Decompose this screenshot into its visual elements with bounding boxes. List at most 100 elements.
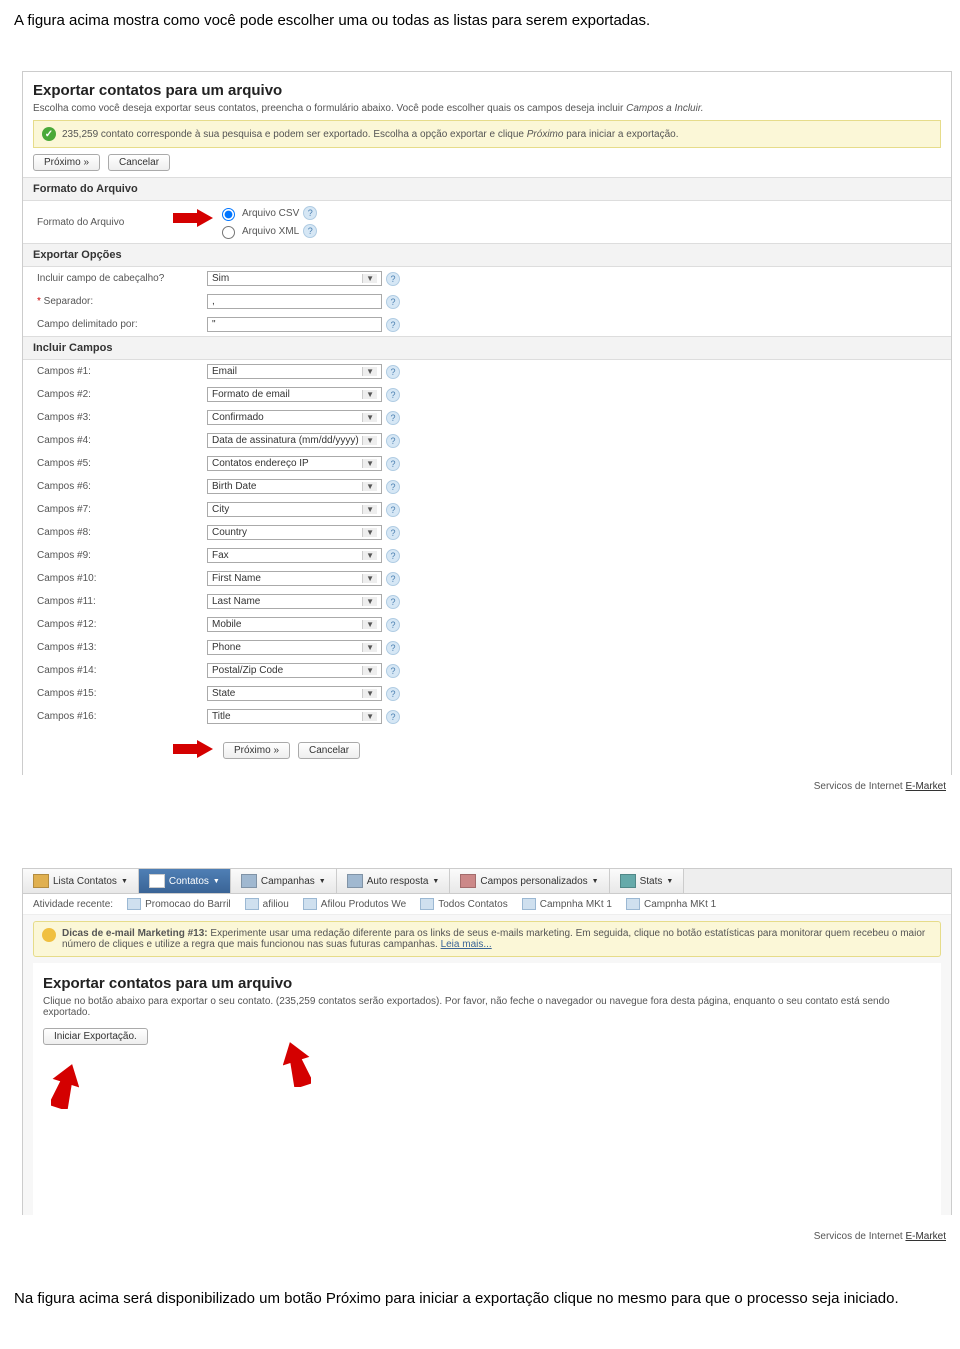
- field-select[interactable]: Confirmado▼: [207, 410, 382, 425]
- field-row: Campos #8:Country▼?: [33, 521, 941, 544]
- footer-link[interactable]: E-Market: [905, 1231, 946, 1242]
- field-select[interactable]: State▼: [207, 686, 382, 701]
- field-select-value: Phone: [212, 642, 241, 653]
- tab-campanhas[interactable]: Campanhas ▼: [231, 869, 337, 893]
- field-select[interactable]: Birth Date▼: [207, 479, 382, 494]
- field-select[interactable]: First Name▼: [207, 571, 382, 586]
- field-select-value: Mobile: [212, 619, 241, 630]
- header-select[interactable]: Sim▼: [207, 271, 382, 286]
- export-panel-1: Exportar contatos para um arquivo Escolh…: [22, 71, 952, 775]
- bottom-button-row: Próximo » Cancelar: [223, 742, 941, 759]
- field-select-value: City: [212, 504, 229, 515]
- field-select-value: First Name: [212, 573, 261, 584]
- help-icon[interactable]: ?: [386, 618, 400, 632]
- panel1-desc: Escolha como você deseja exportar seus c…: [33, 103, 941, 114]
- radio-csv-wrap[interactable]: Arquivo CSV ?: [217, 205, 317, 221]
- field-select-value: Formato de email: [212, 389, 290, 400]
- recent-item[interactable]: afiliou: [245, 898, 289, 910]
- row-file-format: Formato do Arquivo Arquivo CSV ? Arquivo…: [33, 201, 941, 243]
- delimiter-input[interactable]: ": [207, 317, 382, 332]
- radio-csv[interactable]: [222, 208, 235, 221]
- field-select[interactable]: Phone▼: [207, 640, 382, 655]
- field-row: Campos #2:Formato de email▼?: [33, 383, 941, 406]
- help-icon[interactable]: ?: [386, 595, 400, 609]
- help-icon[interactable]: ?: [386, 457, 400, 471]
- field-select[interactable]: Last Name▼: [207, 594, 382, 609]
- tab-stats[interactable]: Stats ▼: [610, 869, 685, 893]
- recent-item[interactable]: Campnha MKt 1: [522, 898, 612, 910]
- field-select[interactable]: Title▼: [207, 709, 382, 724]
- recent-item[interactable]: Afilou Produtos We: [303, 898, 406, 910]
- tab-lista-contatos[interactable]: Lista Contatos ▼: [23, 869, 139, 893]
- help-icon[interactable]: ?: [386, 641, 400, 655]
- help-icon[interactable]: ?: [386, 295, 400, 309]
- help-icon[interactable]: ?: [303, 224, 317, 238]
- tab-label: Stats: [640, 876, 663, 887]
- panel1-desc-em: Campos a Incluir.: [626, 103, 703, 114]
- field-select[interactable]: Formato de email▼: [207, 387, 382, 402]
- field-select[interactable]: Fax▼: [207, 548, 382, 563]
- field-select-value: Fax: [212, 550, 229, 561]
- recent-item-icon: [245, 898, 259, 910]
- separator-input[interactable]: ,: [207, 294, 382, 309]
- help-icon[interactable]: ?: [386, 365, 400, 379]
- help-icon[interactable]: ?: [386, 480, 400, 494]
- field-select[interactable]: Email▼: [207, 364, 382, 379]
- field-select[interactable]: Data de assinatura (mm/dd/yyyy)▼: [207, 433, 382, 448]
- chevron-down-icon: ▼: [362, 666, 377, 675]
- cancel-button-top[interactable]: Cancelar: [108, 154, 170, 171]
- radio-xml[interactable]: [222, 226, 235, 239]
- chevron-down-icon: ▼: [362, 482, 377, 491]
- recent-item[interactable]: Todos Contatos: [420, 898, 508, 910]
- help-icon[interactable]: ?: [386, 572, 400, 586]
- recent-container: Promocao do Barril afiliou Afilou Produtos…: [127, 898, 716, 910]
- help-icon[interactable]: ?: [386, 411, 400, 425]
- recent-item-label: afiliou: [263, 899, 289, 910]
- field-row: Campos #7:City▼?: [33, 498, 941, 521]
- help-icon[interactable]: ?: [386, 388, 400, 402]
- chevron-down-icon: ▼: [121, 878, 128, 885]
- help-icon[interactable]: ?: [386, 272, 400, 286]
- tab-label: Lista Contatos: [53, 876, 117, 887]
- help-icon[interactable]: ?: [386, 526, 400, 540]
- tip-link[interactable]: Leia mais...: [441, 939, 492, 950]
- tab-campos-personalizados[interactable]: Campos personalizados ▼: [450, 869, 609, 893]
- field-row: Campos #6:Birth Date▼?: [33, 475, 941, 498]
- chevron-down-icon: ▼: [362, 274, 377, 283]
- recent-item[interactable]: Campnha MKt 1: [626, 898, 716, 910]
- tab-auto-resposta[interactable]: Auto resposta ▼: [337, 869, 451, 893]
- field-select[interactable]: Postal/Zip Code▼: [207, 663, 382, 678]
- cancel-button-bottom[interactable]: Cancelar: [298, 742, 360, 759]
- footer-link[interactable]: E-Market: [905, 781, 946, 792]
- next-button-top[interactable]: Próximo »: [33, 154, 100, 171]
- help-icon[interactable]: ?: [303, 206, 317, 220]
- field-select[interactable]: Mobile▼: [207, 617, 382, 632]
- chevron-down-icon: ▼: [362, 459, 377, 468]
- next-button-bottom[interactable]: Próximo »: [223, 742, 290, 759]
- help-icon[interactable]: ?: [386, 687, 400, 701]
- radio-xml-wrap[interactable]: Arquivo XML ?: [217, 223, 317, 239]
- help-icon[interactable]: ?: [386, 434, 400, 448]
- tab-label: Campanhas: [261, 876, 315, 887]
- start-export-button[interactable]: Iniciar Exportação.: [43, 1028, 148, 1045]
- help-icon[interactable]: ?: [386, 503, 400, 517]
- recent-item-label: Afilou Produtos We: [321, 899, 406, 910]
- field-select[interactable]: Contatos endereço IP▼: [207, 456, 382, 471]
- tab-contatos[interactable]: Contatos ▼: [139, 869, 231, 893]
- notice-before: 235,259 contato corresponde à sua pesqui…: [62, 129, 527, 140]
- notice-text: 235,259 contato corresponde à sua pesqui…: [62, 129, 679, 140]
- field-select[interactable]: Country▼: [207, 525, 382, 540]
- bulb-icon: [42, 928, 56, 942]
- top-button-row: Próximo » Cancelar: [33, 154, 941, 171]
- section-fields-header: Incluir Campos: [23, 336, 951, 360]
- field-row: Campos #14:Postal/Zip Code▼?: [33, 659, 941, 682]
- recent-item[interactable]: Promocao do Barril: [127, 898, 231, 910]
- tab-icon: [460, 874, 476, 888]
- help-icon[interactable]: ?: [386, 710, 400, 724]
- help-icon[interactable]: ?: [386, 664, 400, 678]
- tab-label: Campos personalizados: [480, 876, 587, 887]
- field-select[interactable]: City▼: [207, 502, 382, 517]
- help-icon[interactable]: ?: [386, 549, 400, 563]
- help-icon[interactable]: ?: [386, 318, 400, 332]
- field-select-value: Data de assinatura (mm/dd/yyyy): [212, 435, 359, 446]
